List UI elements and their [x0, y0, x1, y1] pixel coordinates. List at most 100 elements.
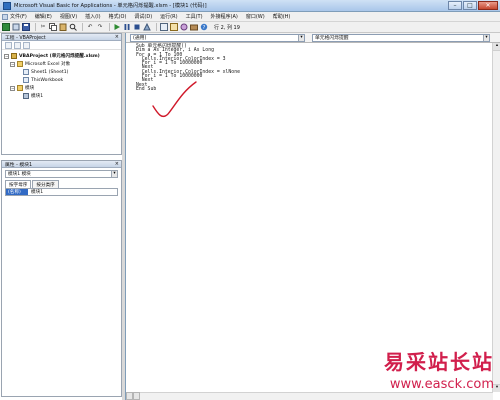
menu-debug[interactable]: 调试(D) — [134, 13, 152, 20]
menu-insert[interactable]: 插入(I) — [85, 13, 100, 20]
view-mode-buttons — [126, 392, 140, 400]
code-header: (通用) ▾ 单元格闪烁提醒 ▾ — [126, 33, 500, 43]
cursor-position: 行 2, 列 19 — [214, 24, 240, 31]
tree-item-thisworkbook[interactable]: ThisWorkbook — [4, 76, 121, 84]
property-value[interactable]: 模块1 — [28, 189, 43, 195]
module-icon — [23, 93, 29, 99]
collapse-icon[interactable]: − — [10, 61, 15, 67]
tree-item-module1[interactable]: 模块1 — [4, 92, 121, 100]
redo-icon[interactable]: ↷ — [96, 23, 104, 31]
object-selector-value: 模块1 模块 — [8, 172, 31, 177]
menu-format[interactable]: 格式(O) — [109, 13, 127, 20]
view-object-icon[interactable] — [14, 41, 21, 49]
excel-view-icon[interactable] — [2, 13, 8, 20]
tree-item-label: Sheet1 (Sheet1) — [31, 69, 69, 75]
menu-run[interactable]: 运行(R) — [160, 13, 177, 20]
tree-item-label: VBAProject (单元格闪烁提醒.xlsm) — [19, 54, 100, 59]
project-explorer-label: 工程 - VBAProject — [5, 35, 46, 41]
property-name: (名称) — [6, 189, 28, 195]
full-module-view-icon[interactable] — [133, 392, 140, 400]
toolbar-separator — [156, 23, 157, 31]
title-bar: Microsoft Visual Basic for Applications … — [0, 0, 500, 12]
procedure-dropdown[interactable]: 单元格闪烁提醒 ▾ — [312, 33, 490, 42]
project-explorer-title: 工程 - VBAProject × — [2, 34, 121, 41]
close-icon[interactable]: × — [115, 34, 119, 40]
help-icon[interactable]: ? — [200, 23, 208, 31]
chevron-down-icon[interactable]: ▾ — [111, 171, 117, 177]
standard-toolbar: ✂ ↶ ↷ ? 行 2, 列 19 — [0, 22, 500, 33]
tree-item-label: Microsoft Excel 对象 — [25, 62, 71, 67]
workbook-icon — [23, 77, 29, 83]
tree-item-label: 模块1 — [31, 94, 44, 99]
properties-window: 属性 - 模块1 × 模块1 模块 ▾ 按字母序 按分类序 (名称) 模块1 — [1, 160, 122, 397]
vertical-scrollbar[interactable]: ▴ ▾ — [492, 43, 500, 392]
minimize-button[interactable]: – — [448, 1, 462, 10]
tree-item-label: ThisWorkbook — [31, 77, 64, 83]
break-icon[interactable] — [123, 23, 131, 31]
find-icon[interactable] — [69, 23, 77, 31]
toggle-folders-icon[interactable] — [23, 41, 30, 49]
close-icon[interactable]: × — [115, 161, 119, 167]
tree-item-sheet1[interactable]: Sheet1 (Sheet1) — [4, 68, 121, 76]
watermark-url: www.easck.com — [389, 377, 494, 392]
copy-icon[interactable] — [49, 23, 57, 31]
toolbar-separator — [35, 23, 36, 31]
chevron-down-icon[interactable]: ▾ — [298, 34, 304, 41]
checkmark-stroke — [152, 81, 197, 118]
reset-icon[interactable] — [133, 23, 141, 31]
properties-tabs: 按字母序 按分类序 — [5, 180, 118, 188]
scroll-up-icon[interactable]: ▴ — [493, 43, 500, 51]
toolbar-separator — [82, 23, 83, 31]
menu-tools[interactable]: 工具(T) — [186, 13, 203, 20]
checkmark-annotation — [152, 81, 197, 118]
project-icon — [11, 53, 17, 59]
folder-icon — [17, 85, 23, 91]
menu-window[interactable]: 窗口(W) — [246, 13, 265, 20]
chevron-down-icon[interactable]: ▾ — [483, 34, 489, 41]
close-button[interactable]: ✕ — [478, 1, 498, 10]
project-explorer: 工程 - VBAProject × − VBAProject (单元格闪烁提醒.… — [1, 33, 122, 155]
menu-edit[interactable]: 编辑(E) — [35, 13, 52, 20]
tab-alphabetic[interactable]: 按字母序 — [5, 180, 32, 188]
object-dropdown-value: (通用) — [133, 36, 147, 41]
tree-item-project[interactable]: − VBAProject (单元格闪烁提醒.xlsm) — [4, 52, 121, 60]
object-selector[interactable]: 模块1 模块 ▾ — [5, 170, 118, 178]
maximize-button[interactable]: □ — [463, 1, 477, 10]
cut-icon[interactable]: ✂ — [39, 23, 47, 31]
tree-item-modules[interactable]: − 模块 — [4, 84, 121, 92]
collapse-icon[interactable]: − — [10, 85, 15, 91]
object-browser-icon[interactable] — [180, 23, 188, 31]
svg-text:?: ? — [203, 25, 206, 31]
insert-module-icon[interactable] — [12, 23, 20, 31]
toolbox-icon[interactable] — [190, 23, 198, 31]
menu-file[interactable]: 文件(F) — [10, 13, 27, 20]
vba-app-icon — [3, 1, 11, 10]
toolbar-separator — [109, 23, 110, 31]
menu-addins[interactable]: 外接程序(A) — [211, 13, 238, 20]
project-tree: − VBAProject (单元格闪烁提醒.xlsm) − Microsoft … — [2, 50, 121, 100]
view-code-icon[interactable] — [5, 41, 12, 49]
object-dropdown[interactable]: (通用) ▾ — [130, 33, 305, 42]
collapse-icon[interactable]: − — [4, 53, 9, 59]
properties-title: 属性 - 模块1 × — [2, 161, 121, 168]
undo-icon[interactable]: ↶ — [86, 23, 94, 31]
run-icon[interactable] — [113, 23, 121, 31]
project-explorer-icon[interactable] — [160, 23, 168, 31]
project-toolbar — [2, 41, 121, 50]
properties-icon[interactable] — [170, 23, 178, 31]
view-excel-icon[interactable] — [2, 23, 10, 31]
procedure-view-icon[interactable] — [126, 392, 133, 400]
save-icon[interactable] — [22, 23, 30, 31]
watermark: 易采站长站 www.easck.com — [375, 346, 500, 400]
design-mode-icon[interactable] — [143, 23, 151, 31]
window-title: Microsoft Visual Basic for Applications … — [14, 3, 207, 9]
properties-label: 属性 - 模块1 — [5, 162, 33, 168]
property-row[interactable]: (名称) 模块1 — [5, 188, 118, 196]
tree-item-label: 模块 — [25, 86, 35, 91]
menu-bar: 文件(F) 编辑(E) 视图(V) 插入(I) 格式(O) 调试(D) 运行(R… — [0, 12, 500, 22]
menu-help[interactable]: 帮助(H) — [273, 13, 291, 20]
paste-icon[interactable] — [59, 23, 67, 31]
tab-categorized[interactable]: 按分类序 — [32, 180, 59, 188]
menu-view[interactable]: 视图(V) — [60, 13, 77, 20]
tree-item-excel-objects[interactable]: − Microsoft Excel 对象 — [4, 60, 121, 68]
